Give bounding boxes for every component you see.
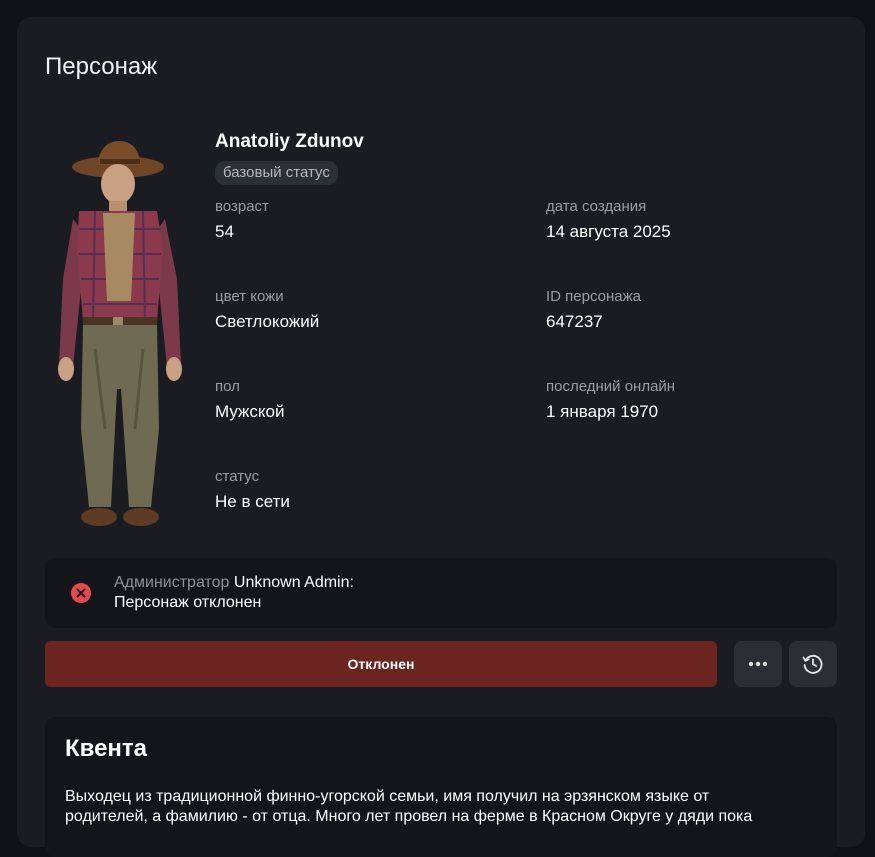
lore-title: Квента [65, 735, 148, 762]
field-value: Мужской [215, 402, 285, 421]
field-value: 647237 [546, 312, 603, 331]
notice-admin-name: Unknown Admin: [233, 574, 354, 591]
field-label: возраст [215, 198, 269, 215]
notice-text: Администратор Unknown Admin: Персонаж от… [114, 573, 354, 613]
notice-role: Администратор [114, 574, 230, 591]
field-label: последний онлайн [546, 378, 676, 395]
field-value: Не в сети [215, 492, 290, 511]
page-title: Персонаж [45, 53, 158, 81]
field-label: дата создания [546, 198, 647, 215]
field-value: Светлокожий [215, 312, 320, 331]
character-info: Anatoliy Zdunov базовый статус возраст 5… [215, 129, 845, 511]
field-label: пол [215, 378, 240, 395]
field-skin: цвет кожи Светлокожий [215, 287, 515, 333]
history-button[interactable] [789, 641, 837, 687]
character-skin-image [58, 141, 182, 526]
field-status: статус Не в сети [215, 467, 515, 513]
field-label: статус [215, 468, 260, 485]
field-sex: пол Мужской [215, 377, 515, 423]
field-value: 14 августа 2025 [546, 222, 671, 241]
more-dots-icon [748, 661, 768, 667]
lore-section: Квента Выходец из традиционной финно-уго… [45, 717, 837, 857]
lore-text: Выходец из традиционной финно-угорской с… [65, 788, 753, 825]
field-last-online: последний онлайн 1 января 1970 [546, 377, 846, 423]
field-value: 54 [215, 222, 234, 241]
rejected-status-button[interactable]: Отклонен [45, 641, 717, 687]
character-card: Персонаж Anatoliy Zdunov базовый статус … [17, 17, 865, 857]
status-badge: базовый статус [215, 161, 338, 185]
field-label: цвет кожи [215, 288, 284, 305]
field-value: 1 января 1970 [546, 402, 659, 421]
field-id: ID персонажа 647237 [546, 287, 846, 333]
field-age: возраст 54 [215, 197, 515, 243]
error-x-icon [71, 583, 91, 603]
field-created: дата создания 14 августа 2025 [546, 197, 846, 243]
notice-message: Персонаж отклонен [114, 594, 262, 611]
more-button[interactable] [734, 641, 782, 687]
history-clock-icon [802, 654, 823, 674]
character-name: Anatoliy Zdunov [215, 131, 364, 152]
field-label: ID персонажа [546, 288, 641, 305]
admin-notice: Администратор Unknown Admin: Персонаж от… [45, 558, 837, 628]
